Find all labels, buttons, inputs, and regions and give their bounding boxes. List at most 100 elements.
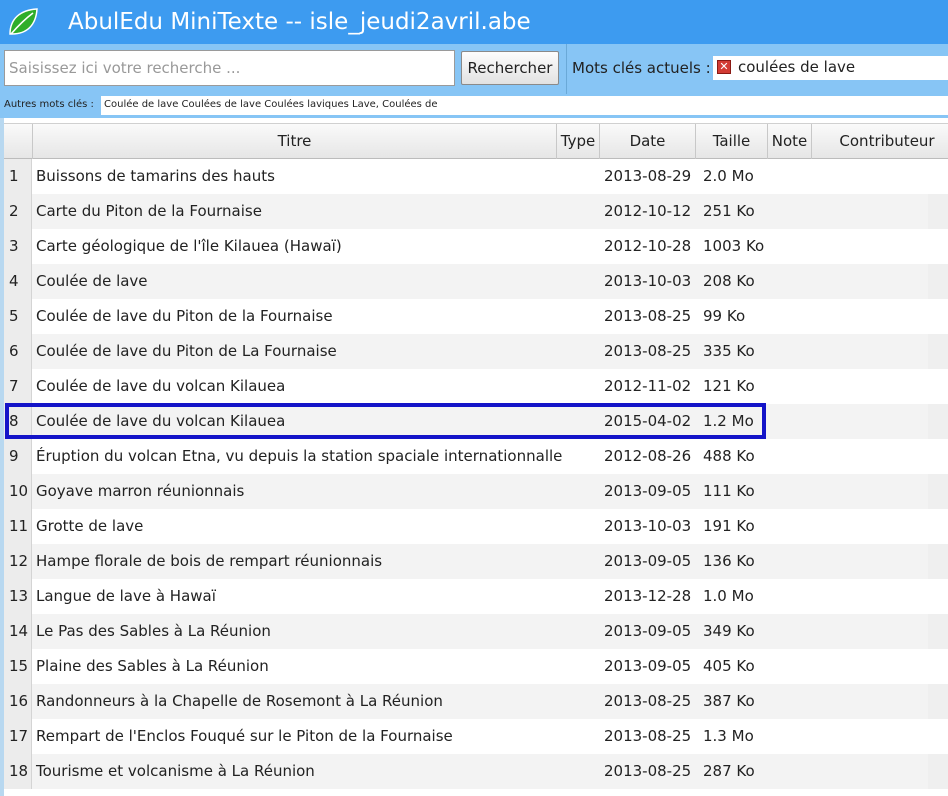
cell-taille: 1.3 Mo	[703, 727, 754, 745]
cell-date: 2012-10-28	[604, 237, 692, 255]
column-header-titre[interactable]: Titre	[33, 124, 557, 159]
cell-taille: 1.2 Mo	[703, 412, 754, 430]
search-button-label: Rechercher	[467, 59, 553, 77]
cell-date: 2013-09-05	[604, 482, 692, 500]
cell-date: 2013-12-28	[604, 587, 692, 605]
table-row[interactable]: 13 Langue de lave à Hawaï 2013-12-28 1.0 Mo	[4, 579, 948, 614]
row-number[interactable]: 17	[4, 719, 32, 754]
row-number[interactable]: 11	[4, 509, 32, 544]
search-button[interactable]: Rechercher	[461, 51, 559, 85]
table-row[interactable]: 5 Coulée de lave du Piton de la Fournaise…	[4, 299, 948, 334]
cell-date: 2013-08-25	[604, 692, 692, 710]
row-number[interactable]: 15	[4, 649, 32, 684]
column-header-date[interactable]: Date	[600, 124, 696, 159]
table-row[interactable]: 7 Coulée de lave du volcan Kilauea 2012-11…	[4, 369, 948, 404]
cell-taille: 191 Ko	[703, 517, 755, 535]
table-row[interactable]: 1 Buissons de tamarins des hauts 2013-08-2…	[4, 159, 948, 194]
close-icon[interactable]: ✕	[717, 60, 731, 74]
title-bar: AbulEdu MiniTexte -- isle_jeudi2avril.ab…	[0, 0, 948, 44]
table-row[interactable]: 9 Éruption du volcan Etna, vu depuis la s…	[4, 439, 948, 474]
cell-date: 2013-08-25	[604, 762, 692, 780]
table-row[interactable]: 12 Hampe florale de bois de rempart réuni…	[4, 544, 948, 579]
cell-titre: Grotte de lave	[36, 517, 144, 535]
row-number[interactable]: 10	[4, 474, 32, 509]
table-row[interactable]: 8 Coulée de lave du volcan Kilauea 2015-04…	[4, 404, 948, 439]
cell-taille: 1003 Ko	[703, 237, 765, 255]
cell-contributeur	[928, 369, 948, 404]
row-number[interactable]: 7	[4, 369, 32, 404]
row-number[interactable]: 13	[4, 579, 32, 614]
cell-titre: Coulée de lave du Piton de la Fournaise	[36, 307, 333, 325]
cell-date: 2012-11-02	[604, 377, 692, 395]
row-number[interactable]: 8	[4, 404, 32, 439]
row-number[interactable]: 3	[4, 229, 32, 264]
row-number[interactable]: 5	[4, 299, 32, 334]
row-number[interactable]: 16	[4, 684, 32, 719]
table-row[interactable]: 15 Plaine des Sables à La Réunion 2013-09-…	[4, 649, 948, 684]
cell-titre: Tourisme et volcanisme à La Réunion	[36, 762, 315, 780]
current-keywords-box: ✕ coulées de lave	[713, 56, 948, 80]
column-header-taille[interactable]: Taille	[696, 124, 768, 159]
cell-contributeur	[928, 159, 948, 194]
table-row[interactable]: 3 Carte géologique de l'île Kilauea (Hawa…	[4, 229, 948, 264]
cell-date: 2013-08-29	[604, 167, 692, 185]
cell-contributeur	[928, 509, 948, 544]
cell-contributeur	[928, 754, 948, 789]
table-row[interactable]: 6 Coulée de lave du Piton de La Fournaise…	[4, 334, 948, 369]
row-number[interactable]: 9	[4, 439, 32, 474]
cell-titre: Hampe florale de bois de rempart réunion…	[36, 552, 383, 570]
cell-contributeur	[928, 404, 948, 439]
cell-taille: 287 Ko	[703, 762, 755, 780]
table-row[interactable]: 17 Rempart de l'Enclos Fouqué sur le Pito…	[4, 719, 948, 754]
cell-date: 2013-09-05	[604, 657, 692, 675]
table-row[interactable]: 2 Carte du Piton de la Fournaise 2012-10-1…	[4, 194, 948, 229]
cell-titre: Éruption du volcan Etna, vu depuis la st…	[36, 447, 563, 465]
other-keywords-field[interactable]: Coulée de lave Coulées de lave Coulées l…	[101, 96, 948, 115]
header-corner[interactable]	[4, 124, 33, 159]
table-row[interactable]: 10 Goyave marron réunionnais 2013-09-05 111…	[4, 474, 948, 509]
row-number[interactable]: 12	[4, 544, 32, 579]
cell-contributeur	[928, 544, 948, 579]
cell-taille: 488 Ko	[703, 447, 755, 465]
cell-contributeur	[928, 334, 948, 369]
row-number[interactable]: 18	[4, 754, 32, 789]
row-number[interactable]: 6	[4, 334, 32, 369]
row-number[interactable]: 14	[4, 614, 32, 649]
cell-titre: Coulée de lave du volcan Kilauea	[36, 412, 286, 430]
column-header-type[interactable]: Type	[557, 124, 600, 159]
column-header-contributeur[interactable]: Contributeur	[812, 124, 948, 159]
cell-contributeur	[928, 474, 948, 509]
cell-titre: Buissons de tamarins des hauts	[36, 167, 275, 185]
cell-date: 2013-09-05	[604, 552, 692, 570]
cell-date: 2013-08-25	[604, 307, 692, 325]
other-keywords-bar: Autres mots clés : Coulée de lave Coulée…	[0, 94, 948, 118]
cell-contributeur	[928, 439, 948, 474]
cell-taille: 208 Ko	[703, 272, 755, 290]
cell-titre: Carte géologique de l'île Kilauea (Hawaï…	[36, 237, 342, 255]
cell-titre: Carte du Piton de la Fournaise	[36, 202, 262, 220]
cell-titre: Coulée de lave	[36, 272, 148, 290]
cell-taille: 99 Ko	[703, 307, 746, 325]
table-row[interactable]: 18 Tourisme et volcanisme à La Réunion 201…	[4, 754, 948, 789]
leaf-icon	[9, 8, 38, 35]
cell-contributeur	[928, 579, 948, 614]
cell-date: 2013-10-03	[604, 272, 692, 290]
search-input[interactable]	[4, 50, 455, 86]
column-header-note[interactable]: Note	[768, 124, 812, 159]
cell-contributeur	[928, 719, 948, 754]
cell-contributeur	[928, 229, 948, 264]
other-keywords-text: Coulée de lave Coulées de lave Coulées l…	[104, 99, 438, 110]
table-row[interactable]: 4 Coulée de lave 2013-10-03 208 Ko	[4, 264, 948, 299]
row-number[interactable]: 2	[4, 194, 32, 229]
cell-taille: 335 Ko	[703, 342, 755, 360]
row-number[interactable]: 4	[4, 264, 32, 299]
table-row[interactable]: 14 Le Pas des Sables à La Réunion 2013-09-…	[4, 614, 948, 649]
table-row[interactable]: 11 Grotte de lave 2013-10-03 191 Ko	[4, 509, 948, 544]
other-keywords-label: Autres mots clés :	[4, 99, 94, 110]
cell-taille: 387 Ko	[703, 692, 755, 710]
cell-date: 2013-08-25	[604, 727, 692, 745]
row-number[interactable]: 1	[4, 159, 32, 194]
cell-taille: 1.0 Mo	[703, 587, 754, 605]
cell-taille: 111 Ko	[703, 482, 755, 500]
table-row[interactable]: 16 Randonneurs à la Chapelle de Rosemont …	[4, 684, 948, 719]
